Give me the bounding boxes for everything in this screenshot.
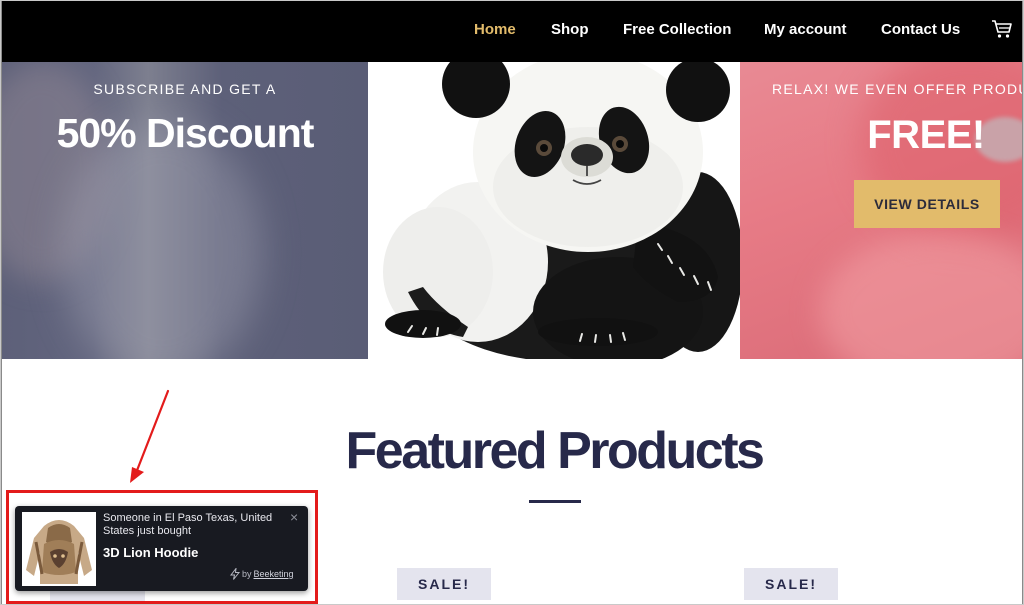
discount-eyebrow: SUBSCRIBE AND GET A <box>93 81 277 97</box>
nav-my-account[interactable]: My account <box>764 21 847 38</box>
discount-banner[interactable]: SUBSCRIBE AND GET A 50% Discount <box>2 62 368 359</box>
blurred-animal-background <box>62 122 262 359</box>
panda-image <box>383 62 740 359</box>
product-thumbnail[interactable] <box>22 512 96 586</box>
free-eyebrow: RELAX! WE EVEN OFFER PRODUC <box>772 81 1023 97</box>
hero-banners: SUBSCRIBE AND GET A 50% Discount RELAX! … <box>2 62 1023 359</box>
purchased-product-name[interactable]: 3D Lion Hoodie <box>103 545 198 560</box>
purchase-message: Someone in El Paso Texas, United States … <box>103 512 273 537</box>
free-headline: FREE! <box>867 113 985 157</box>
blurred-animal-background <box>820 232 1022 359</box>
beeketing-link[interactable]: Beeketing <box>254 569 294 579</box>
nav-home[interactable]: Home <box>474 21 516 38</box>
lightning-bolt-icon <box>229 568 241 580</box>
top-navigation: Home Shop Free Collection My account Con… <box>2 1 1022 62</box>
view-details-button[interactable]: VIEW DETAILS <box>854 180 1000 228</box>
nav-free-collection[interactable]: Free Collection <box>623 21 731 38</box>
recent-sale-popup[interactable]: Someone in El Paso Texas, United States … <box>15 506 308 591</box>
nav-contact-us[interactable]: Contact Us <box>881 21 960 38</box>
heading-divider <box>529 500 581 503</box>
lion-hoodie-image <box>26 520 92 584</box>
discount-headline: 50% Discount <box>56 110 315 156</box>
panda-banner[interactable] <box>368 62 740 359</box>
sale-badge: SALE! <box>397 568 491 600</box>
nav-shop[interactable]: Shop <box>551 21 589 38</box>
sale-badge: SALE! <box>744 568 838 600</box>
annotation-arrow-icon <box>130 389 170 483</box>
close-icon[interactable]: × <box>290 510 298 524</box>
powered-by: by Beeketing <box>229 568 294 582</box>
shopping-cart-icon[interactable] <box>991 19 1013 39</box>
powered-by-label: by <box>242 569 252 579</box>
free-products-banner[interactable]: RELAX! WE EVEN OFFER PRODUC FREE! VIEW D… <box>740 62 1023 359</box>
browser-viewport: Home Shop Free Collection My account Con… <box>1 1 1023 604</box>
